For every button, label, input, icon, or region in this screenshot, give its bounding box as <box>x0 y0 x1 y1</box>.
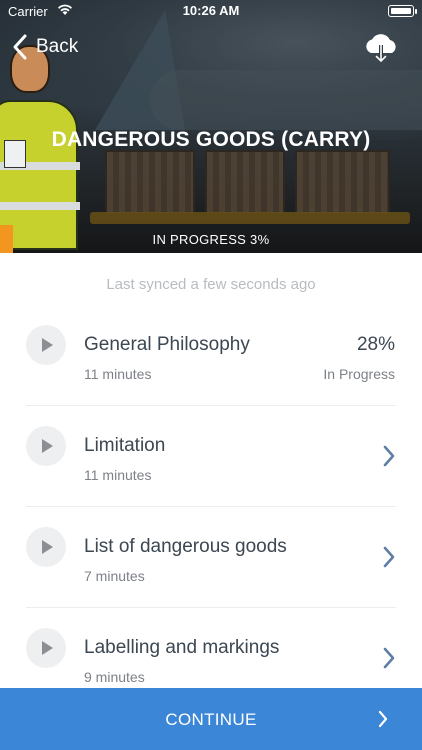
chevron-right-icon <box>378 710 388 728</box>
battery-icon <box>388 5 417 17</box>
lesson-status: In Progress <box>323 366 395 382</box>
course-progress-label: IN PROGRESS 3% <box>152 232 270 247</box>
chevron-right-icon <box>383 445 395 467</box>
lesson-duration: 7 minutes <box>84 568 145 584</box>
course-hero: Carrier 10:26 AM Back DANGEROUS GOODS (C… <box>0 0 422 253</box>
lesson-title: Labelling and markings <box>84 637 280 658</box>
lesson-title: Limitation <box>84 435 166 456</box>
continue-label: CONTINUE <box>165 710 257 729</box>
play-icon[interactable] <box>26 628 66 668</box>
lesson-progress-percent: 28% <box>356 334 395 355</box>
continue-button[interactable]: CONTINUE <box>0 688 422 750</box>
lesson-title: List of dangerous goods <box>84 536 287 557</box>
lesson-item-general-philosophy[interactable]: General Philosophy 11 minutes 28% In Pro… <box>0 305 422 406</box>
lesson-duration: 9 minutes <box>84 669 145 685</box>
play-icon[interactable] <box>26 426 66 466</box>
play-icon[interactable] <box>26 527 66 567</box>
lesson-item-list-of-dangerous-goods[interactable]: List of dangerous goods 7 minutes <box>0 507 422 608</box>
chevron-left-icon <box>13 34 27 60</box>
lesson-duration: 11 minutes <box>84 467 152 483</box>
clock: 10:26 AM <box>182 3 240 18</box>
status-bar: Carrier 10:26 AM <box>0 0 422 22</box>
lesson-list: General Philosophy 11 minutes 28% In Pro… <box>0 305 422 709</box>
back-button[interactable]: Back <box>10 30 78 64</box>
cloud-download-icon[interactable] <box>362 30 400 64</box>
sync-status: Last synced a few seconds ago <box>106 276 316 293</box>
lesson-title: General Philosophy <box>84 334 250 355</box>
back-label: Back <box>36 36 79 57</box>
lesson-item-limitation[interactable]: Limitation 11 minutes <box>0 406 422 507</box>
course-title: DANGEROUS GOODS (CARRY) <box>51 128 371 151</box>
chevron-right-icon <box>383 647 395 669</box>
chevron-right-icon <box>383 546 395 568</box>
lesson-duration: 11 minutes <box>84 366 152 382</box>
play-icon[interactable] <box>26 325 66 365</box>
